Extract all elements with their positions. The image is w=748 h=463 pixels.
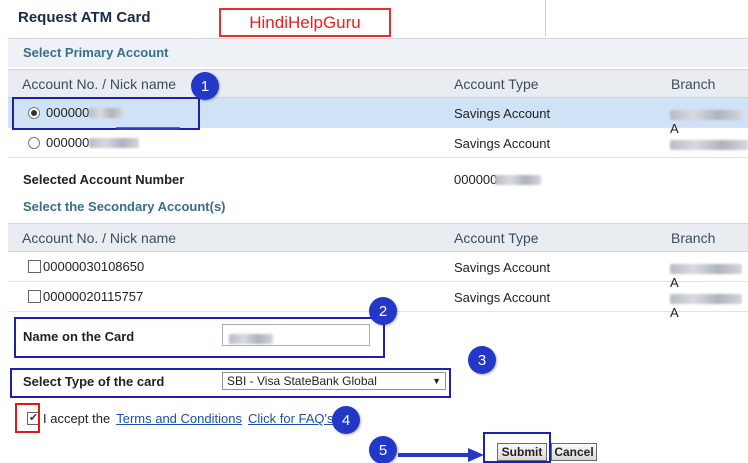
table-row[interactable]: 000000 Savings Account: [8, 128, 748, 158]
col-branch: Branch: [671, 230, 716, 246]
account-type: Savings Account: [454, 106, 551, 121]
secondary-checkbox-1[interactable]: [28, 260, 41, 273]
secondary-column-header: Account No. / Nick name Account Type Bra…: [8, 223, 748, 252]
col-account: Account No. / Nick name: [22, 230, 177, 246]
selected-account-value: 000000: [454, 172, 498, 187]
account-number: 00000030108650: [43, 259, 145, 274]
primary-radio-2[interactable]: [28, 136, 40, 149]
masked-branch: [670, 109, 742, 120]
terms-link[interactable]: Terms and Conditions: [116, 411, 242, 426]
primary-column-header: Account No. / Nick name Account Type Bra…: [8, 69, 748, 98]
secondary-section-title: Select the Secondary Account(s): [23, 199, 226, 214]
primary-section-title: Select Primary Account: [8, 39, 748, 67]
col-account: Account No. / Nick name: [22, 76, 177, 92]
annotation-badge-2: 2: [369, 297, 397, 325]
masked-branch: [670, 139, 748, 150]
annotation-box-accept: [15, 403, 40, 433]
account-type: Savings Account: [454, 260, 551, 275]
watermark-label: HindiHelpGuru: [219, 8, 391, 37]
table-row[interactable]: 00000030108650 Savings Account A: [8, 252, 748, 290]
annotation-badge-1: 1: [191, 72, 219, 100]
account-number: 000000: [46, 135, 90, 150]
col-branch: Branch: [671, 76, 716, 92]
annotation-badge-5: 5: [369, 436, 397, 463]
masked-digits: [89, 137, 140, 148]
account-type: Savings Account: [454, 290, 551, 305]
selected-account-label: Selected Account Number: [23, 172, 185, 187]
masked-branch: [670, 293, 742, 304]
annotation-underline: [116, 127, 180, 130]
faq-link[interactable]: Click for FAQ's: [248, 411, 334, 426]
annotation-box-submit: [483, 432, 551, 463]
cancel-button[interactable]: Cancel: [551, 443, 597, 461]
col-account-type: Account Type: [454, 76, 539, 92]
header-divider: [545, 0, 546, 36]
secondary-checkbox-2[interactable]: [28, 290, 41, 303]
masked-digits: [495, 174, 542, 185]
col-account-type: Account Type: [454, 230, 539, 246]
annotation-box-2: [14, 317, 385, 358]
branch-suffix: A: [670, 305, 679, 320]
annotation-box-1: [12, 97, 200, 130]
arrow-right-icon: [398, 448, 484, 462]
account-number: 00000020115757: [43, 289, 144, 304]
annotation-badge-3: 3: [468, 346, 496, 374]
account-type: Savings Account: [454, 136, 551, 151]
page-title: Request ATM Card: [18, 9, 151, 26]
annotation-box-3: [10, 368, 451, 398]
annotation-badge-4: 4: [332, 406, 360, 434]
accept-prefix: I accept the: [43, 411, 111, 426]
masked-branch: [670, 263, 742, 274]
